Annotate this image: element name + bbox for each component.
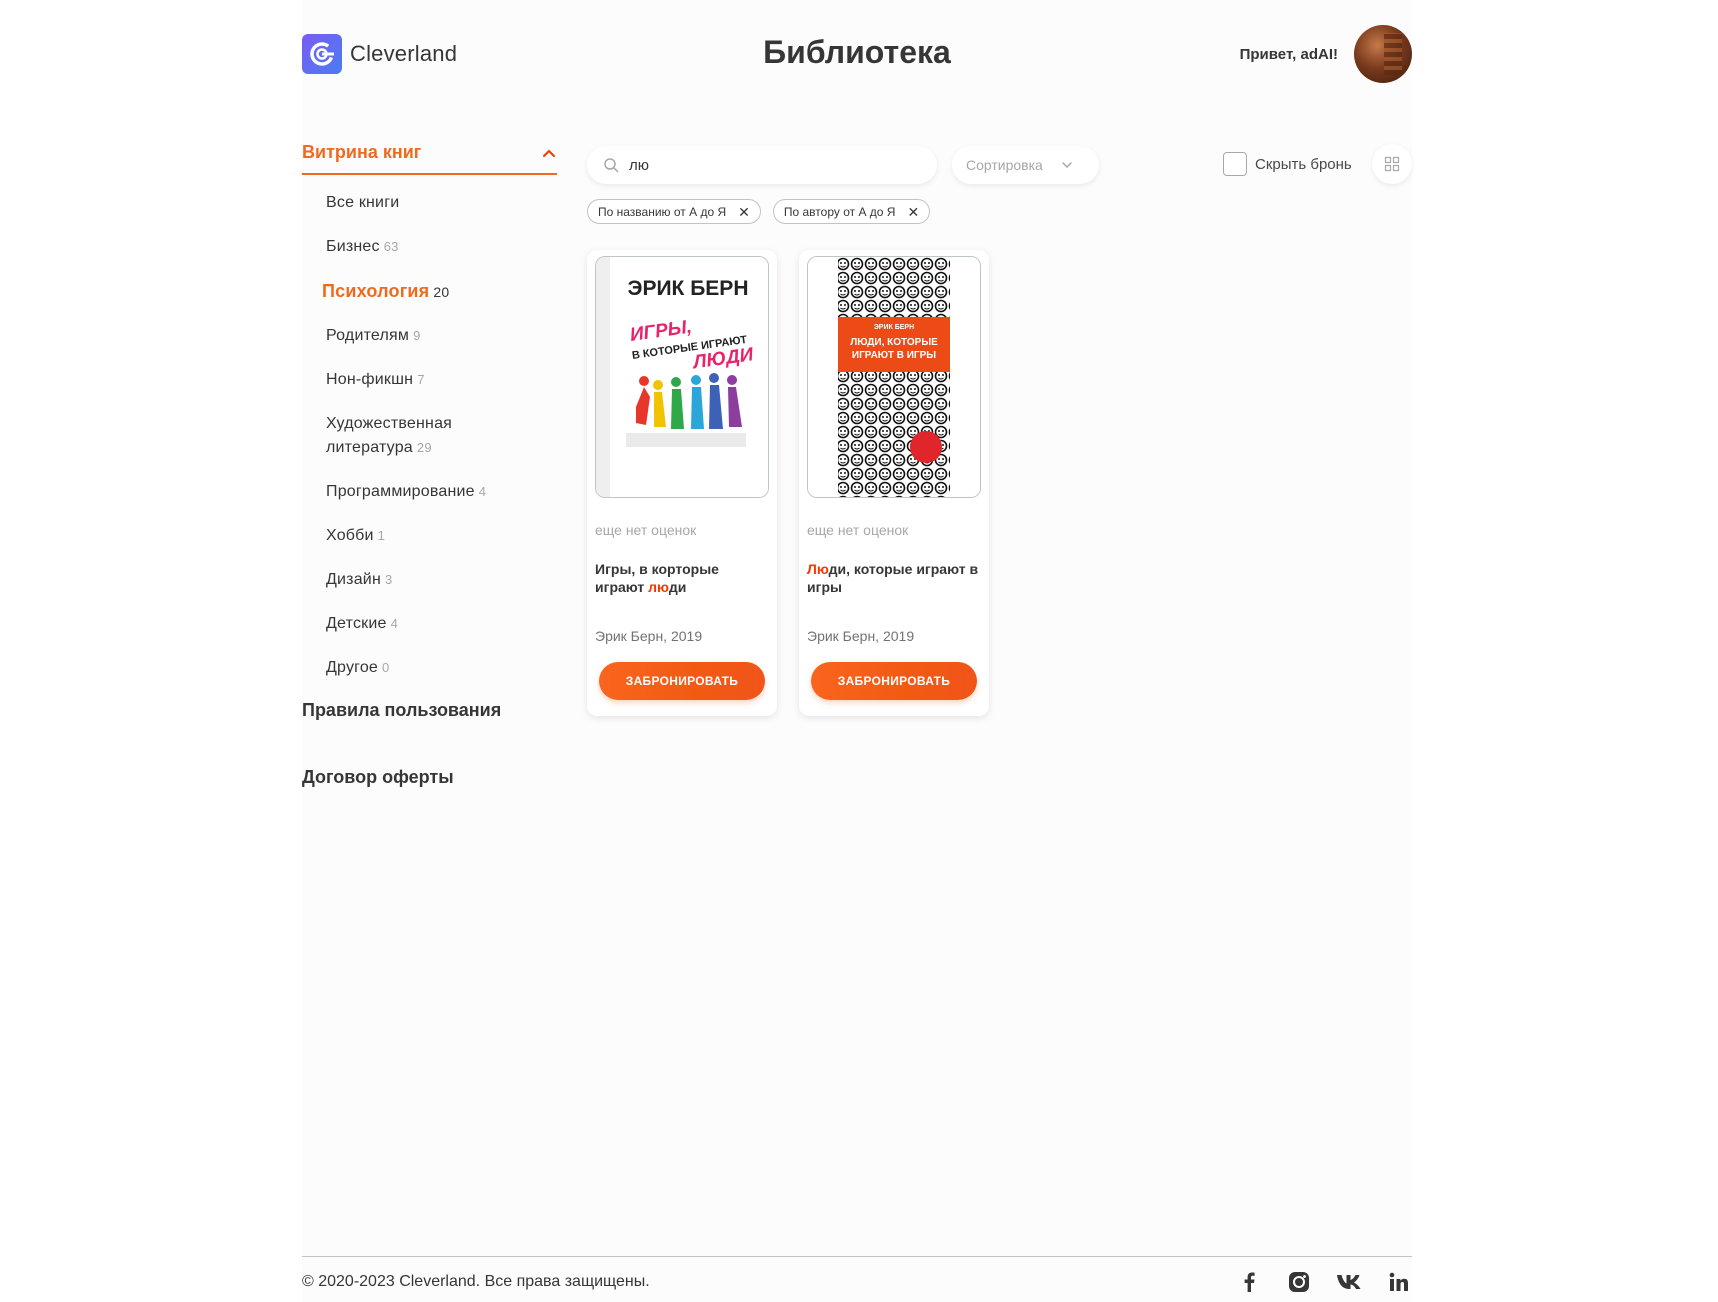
cover-title-1: ЛЮДИ, КОТОРЫЕ: [850, 337, 938, 348]
book-button[interactable]: ЗАБРОНИРОВАТЬ: [599, 662, 765, 700]
category-item[interactable]: Нон-фикшн 7: [326, 368, 557, 392]
book-button[interactable]: ЗАБРОНИРОВАТЬ: [811, 662, 977, 700]
category-count: 0: [382, 660, 390, 675]
linkedin-icon[interactable]: [1386, 1269, 1412, 1295]
category-label: Психология: [322, 281, 430, 301]
hide-booked-toggle[interactable]: Скрыть бронь: [1223, 152, 1352, 176]
category-list: Все книги Бизнес 63 Психология 20 Родителям 9 Н…: [302, 191, 557, 680]
search-box: [587, 146, 937, 184]
book-title: Люди, которые играют в игры: [807, 561, 979, 595]
category-item[interactable]: Программирование 4: [326, 480, 557, 504]
grid-view-button[interactable]: [1372, 144, 1412, 184]
search-highlight: Лю: [807, 561, 829, 577]
category-count: 4: [390, 616, 399, 631]
filter-chip-label: По автору от А до Я: [783, 204, 896, 219]
category-item[interactable]: Психология 20: [322, 279, 557, 304]
facebook-icon[interactable]: [1236, 1269, 1262, 1295]
category-count: 3: [384, 572, 393, 587]
category-label: Все книги: [326, 194, 400, 211]
book-cover: ЭРИК БЕРН ИГРЫ, В КОТОРЫЕ ИГРАЮТ ЛЮДИ: [595, 256, 769, 498]
filter-chip-label: По названию от А до Я: [598, 204, 727, 219]
search-highlight: лю: [648, 579, 669, 595]
category-label: Дизайн: [326, 571, 381, 588]
category-label: Родителям: [326, 327, 410, 344]
cover-author: ЭРИК БЕРН: [874, 324, 914, 331]
book-card[interactable]: ЭРИК БЕРН ИГРЫ, В КОТОРЫЕ ИГРАЮТ ЛЮДИ ещ…: [587, 250, 777, 716]
hide-booked-checkbox[interactable]: [1223, 152, 1247, 176]
user-greeting: Привет, adAI!: [1239, 46, 1338, 63]
book-grid: ЭРИК БЕРН ИГРЫ, В КОТОРЫЕ ИГРАЮТ ЛЮДИ ещ…: [587, 250, 989, 716]
rules-link[interactable]: Правила пользования: [302, 700, 557, 721]
filter-chip: По автору от А до Я ✕: [772, 199, 931, 224]
search-icon: [604, 158, 619, 173]
chevron-down-icon: [1062, 162, 1072, 169]
social-links: [1236, 1269, 1412, 1295]
close-icon[interactable]: ✕: [907, 205, 919, 219]
avatar[interactable]: [1354, 25, 1412, 83]
footer: © 2020-2023 Cleverland. Все права защище…: [302, 1256, 1412, 1302]
copyright: © 2020-2023 Cleverland. Все права защище…: [302, 1273, 650, 1290]
close-icon[interactable]: ✕: [738, 205, 750, 219]
sort-dropdown[interactable]: Сортировка: [952, 146, 1099, 184]
cover-title-2: ИГРАЮТ В ИГРЫ: [852, 350, 936, 361]
category-item[interactable]: Все книги: [326, 191, 557, 215]
category-item[interactable]: Художественная литература 29: [326, 412, 496, 460]
category-item[interactable]: Другое 0: [326, 656, 557, 680]
book-title: Игры, в корторые играют люди: [595, 561, 719, 595]
category-count: 7: [417, 372, 425, 387]
book-author: Эрик Берн, 2019: [807, 628, 915, 644]
book-rating: еще нет оценок: [595, 522, 697, 538]
category-count: 20: [433, 284, 450, 300]
book-card[interactable]: ЭРИК БЕРН ЛЮДИ, КОТОРЫЕ ИГРАЮТ В ИГРЫ ещ…: [799, 250, 989, 716]
sort-label: Сортировка: [966, 157, 1043, 173]
book-rating: еще нет оценок: [807, 522, 909, 538]
header: Cleverland Библиотека Привет, adAI!: [302, 25, 1412, 90]
book-cover-image: ЭРИК БЕРН ЛЮДИ, КОТОРЫЕ ИГРАЮТ В ИГРЫ: [808, 257, 980, 497]
sidebar: Витрина книг Все книги Бизнес 63 Психология…: [302, 142, 557, 834]
category-label: Бизнес: [326, 238, 380, 255]
book-cover: ЭРИК БЕРН ЛЮДИ, КОТОРЫЕ ИГРАЮТ В ИГРЫ: [807, 256, 981, 498]
showcase-label: Витрина книг: [302, 142, 422, 162]
grid-icon: [1384, 156, 1400, 172]
category-item[interactable]: Хобби 1: [326, 524, 557, 548]
category-label: Детские: [326, 615, 387, 632]
category-count: 63: [383, 239, 399, 254]
book-cover-image: ЭРИК БЕРН ИГРЫ, В КОТОРЫЕ ИГРАЮТ ЛЮДИ: [596, 257, 768, 497]
category-count: 9: [413, 328, 421, 343]
category-item[interactable]: Дизайн 3: [326, 568, 557, 592]
filter-chip: По названию от А до Я ✕: [587, 199, 761, 224]
vk-icon[interactable]: [1336, 1269, 1362, 1295]
category-label: Нон-фикшн: [326, 371, 414, 388]
category-label: Другое: [326, 659, 379, 676]
toolbar: Сортировка Скрыть бронь: [587, 144, 1412, 184]
category-item[interactable]: Родителям 9: [326, 324, 557, 348]
filter-chips: По названию от А до Я ✕ По автору от А до …: [587, 199, 931, 224]
showcase-menu-toggle[interactable]: Витрина книг: [302, 142, 557, 175]
category-label: Художественная литература: [326, 415, 453, 456]
cover-author: ЭРИК БЕРН: [628, 277, 749, 300]
category-count: 1: [377, 528, 386, 543]
instagram-icon[interactable]: [1286, 1269, 1312, 1295]
offer-link[interactable]: Договор оферты: [302, 767, 557, 788]
book-author: Эрик Берн, 2019: [595, 628, 703, 644]
category-item[interactable]: Бизнес 63: [326, 235, 557, 259]
hide-booked-label: Скрыть бронь: [1255, 155, 1352, 173]
category-label: Хобби: [326, 527, 374, 544]
category-count: 4: [478, 484, 487, 499]
category-item[interactable]: Детские 4: [326, 612, 557, 636]
category-label: Программирование: [326, 483, 475, 500]
category-count: 29: [416, 440, 432, 455]
chevron-up-icon: [543, 149, 555, 157]
search-input[interactable]: [629, 156, 909, 174]
